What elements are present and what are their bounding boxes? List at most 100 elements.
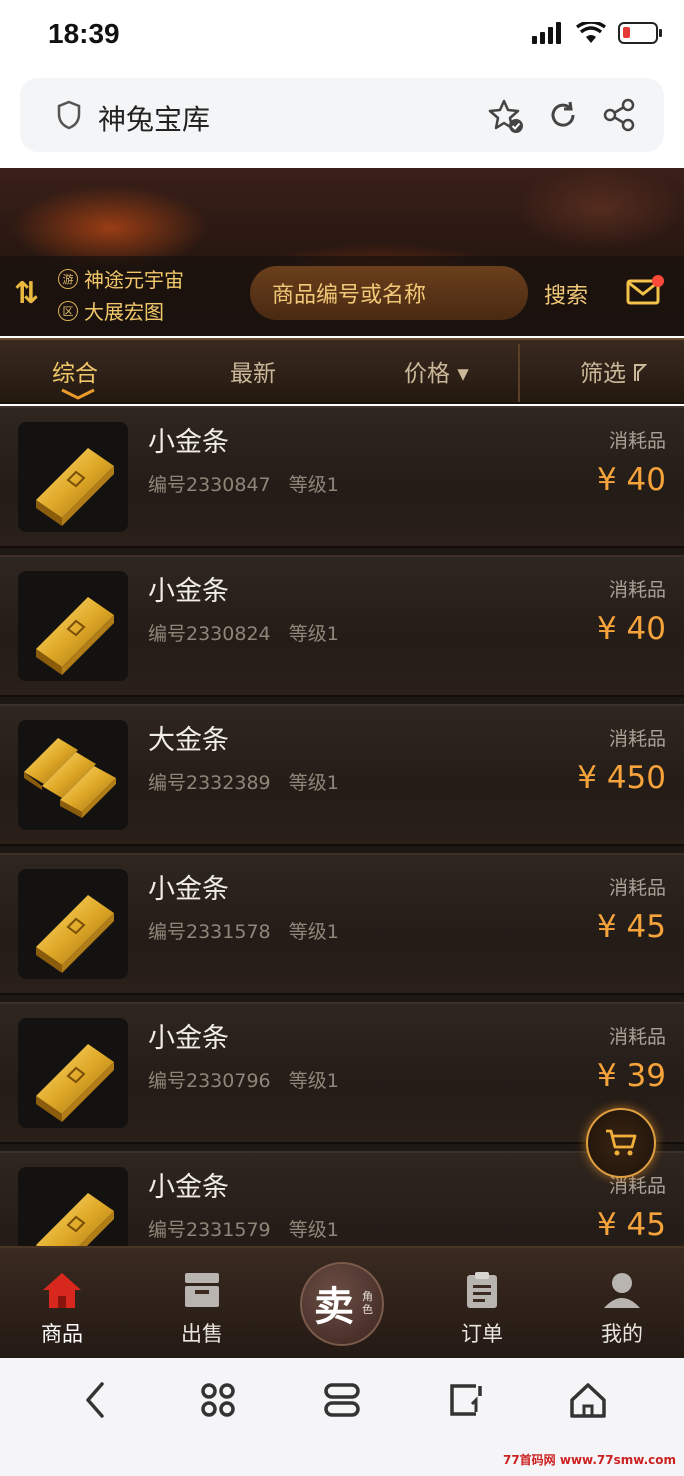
watermark: 77首码网 www.77smw.com xyxy=(502,1453,676,1467)
nav-goods[interactable]: 商品 xyxy=(22,1270,102,1348)
item-level: 等级1 xyxy=(288,921,339,943)
item-name: 小金条 xyxy=(148,576,229,607)
search-input[interactable]: 商品编号或名称 xyxy=(250,266,528,320)
status-icons xyxy=(532,22,662,44)
bottom-nav: 商品 出售 卖 角色 订单 我的 xyxy=(0,1246,684,1358)
item-meta: 编号2332389 等级1 xyxy=(148,768,339,795)
page-count-icon[interactable] xyxy=(446,1380,486,1420)
home-icon xyxy=(43,1273,81,1308)
item-level: 等级1 xyxy=(288,1219,339,1241)
item-type: 消耗品 xyxy=(608,430,666,452)
clipboard-icon xyxy=(467,1272,497,1308)
item-type: 消耗品 xyxy=(608,579,666,601)
sell-role-button[interactable]: 卖 角色 xyxy=(300,1262,384,1346)
product-list: 小金条 编号2330847 等级1 消耗品 ¥ 40 小金条 编号2330824… xyxy=(0,406,684,1246)
browser-address-bar[interactable]: 神兔宝库 xyxy=(20,78,664,152)
gold-bars-stack-icon xyxy=(18,720,128,830)
favorite-star-icon[interactable] xyxy=(488,98,524,134)
nav-orders[interactable]: 订单 xyxy=(442,1270,522,1348)
server-game-line[interactable]: 游 神途元宇宙 xyxy=(58,264,184,293)
refresh-icon[interactable] xyxy=(546,98,580,132)
active-tab-indicator-icon xyxy=(61,388,95,400)
item-id: 编号2331579 xyxy=(148,1219,271,1241)
page-title: 神兔宝库 xyxy=(98,103,211,136)
item-id: 编号2332389 xyxy=(148,772,271,794)
product-card[interactable]: 小金条 编号2331579 等级1 消耗品 ¥ 45 xyxy=(0,1151,684,1246)
nav-mine-label: 我的 xyxy=(601,1322,643,1346)
search-placeholder: 商品编号或名称 xyxy=(272,283,427,308)
item-meta: 编号2330796 等级1 xyxy=(148,1066,339,1093)
cart-button[interactable] xyxy=(586,1108,656,1178)
nav-sell-list[interactable]: 出售 xyxy=(162,1270,242,1348)
gold-bar-icon xyxy=(18,571,128,681)
search-button[interactable]: 搜索 xyxy=(544,278,588,310)
gold-bar-icon xyxy=(18,869,128,979)
item-meta: 编号2331579 等级1 xyxy=(148,1215,339,1242)
server-zone-line[interactable]: 区 大展宏图 xyxy=(58,296,164,325)
item-name: 大金条 xyxy=(148,725,229,756)
item-price: ¥ 45 xyxy=(596,909,666,945)
gold-bar-icon xyxy=(18,1167,128,1246)
item-name: 小金条 xyxy=(148,874,229,905)
tab-latest[interactable]: 最新 xyxy=(230,354,276,388)
tabs-icon[interactable] xyxy=(322,1380,362,1420)
browser-toolbar: 77首码网 www.77smw.com xyxy=(0,1358,684,1476)
game-name: 神途元宇宙 xyxy=(84,268,184,292)
signal-icon xyxy=(532,22,561,44)
product-card[interactable]: 小金条 编号2330847 等级1 消耗品 ¥ 40 xyxy=(0,406,684,548)
apps-icon[interactable] xyxy=(198,1380,238,1420)
home-page-icon[interactable] xyxy=(568,1380,608,1420)
sell-sub-label: 角色 xyxy=(362,1290,373,1316)
item-id: 编号2331578 xyxy=(148,921,271,943)
item-name: 小金条 xyxy=(148,427,229,458)
switch-server-icon[interactable]: ⇅ xyxy=(14,276,39,311)
nav-sell-list-label: 出售 xyxy=(181,1322,223,1346)
item-level: 等级1 xyxy=(288,1070,339,1092)
item-type: 消耗品 xyxy=(608,728,666,750)
filter-button[interactable]: 筛选 xyxy=(580,354,648,388)
product-card[interactable]: 大金条 编号2332389 等级1 消耗品 ¥ 450 xyxy=(0,704,684,846)
item-price: ¥ 40 xyxy=(596,462,666,498)
wifi-icon xyxy=(576,22,606,43)
battery-icon xyxy=(618,22,662,44)
item-level: 等级1 xyxy=(288,772,339,794)
notification-dot xyxy=(652,275,664,287)
gold-bar-icon xyxy=(18,422,128,532)
item-price: ¥ 40 xyxy=(596,611,666,647)
user-icon xyxy=(604,1273,640,1308)
gold-bar-icon xyxy=(18,1018,128,1128)
address-actions xyxy=(488,98,636,134)
sell-main-label: 卖 xyxy=(314,1283,354,1330)
item-id: 编号2330824 xyxy=(148,623,271,645)
item-id: 编号2330796 xyxy=(148,1070,271,1092)
filter-bar: 综合 最新 价格 ▾ 筛选 xyxy=(0,338,684,404)
back-arrow-icon[interactable] xyxy=(80,1380,110,1420)
nav-mine[interactable]: 我的 xyxy=(582,1270,662,1348)
tab-price[interactable]: 价格 ▾ xyxy=(404,354,469,388)
filter-icon xyxy=(634,364,648,381)
item-price: ¥ 45 xyxy=(596,1207,666,1243)
zone-tag: 区 xyxy=(58,300,78,321)
game-header-banner: ⇅ 游 神途元宇宙 区 大展宏图 商品编号或名称 搜索 xyxy=(0,168,684,336)
product-card[interactable]: 小金条 编号2331578 等级1 消耗品 ¥ 45 xyxy=(0,853,684,995)
product-card[interactable]: 小金条 编号2330824 等级1 消耗品 ¥ 40 xyxy=(0,555,684,697)
cart-icon xyxy=(606,1129,637,1156)
filter-label: 筛选 xyxy=(580,361,626,387)
item-type: 消耗品 xyxy=(608,1026,666,1048)
item-meta: 编号2331578 等级1 xyxy=(148,917,339,944)
item-level: 等级1 xyxy=(288,474,339,496)
product-card[interactable]: 小金条 编号2330796 等级1 消耗品 ¥ 39 xyxy=(0,1002,684,1144)
zone-name: 大展宏图 xyxy=(84,300,164,324)
share-icon[interactable] xyxy=(602,98,636,132)
item-level: 等级1 xyxy=(288,623,339,645)
tab-comprehensive[interactable]: 综合 xyxy=(52,354,98,388)
box-icon xyxy=(185,1273,219,1307)
game-tag: 游 xyxy=(58,268,78,289)
item-price: ¥ 39 xyxy=(596,1058,666,1094)
shield-icon xyxy=(57,100,81,130)
item-price: ¥ 450 xyxy=(577,760,666,796)
item-name: 小金条 xyxy=(148,1023,229,1054)
item-meta: 编号2330824 等级1 xyxy=(148,619,339,646)
item-type: 消耗品 xyxy=(608,877,666,899)
nav-goods-label: 商品 xyxy=(41,1322,83,1346)
